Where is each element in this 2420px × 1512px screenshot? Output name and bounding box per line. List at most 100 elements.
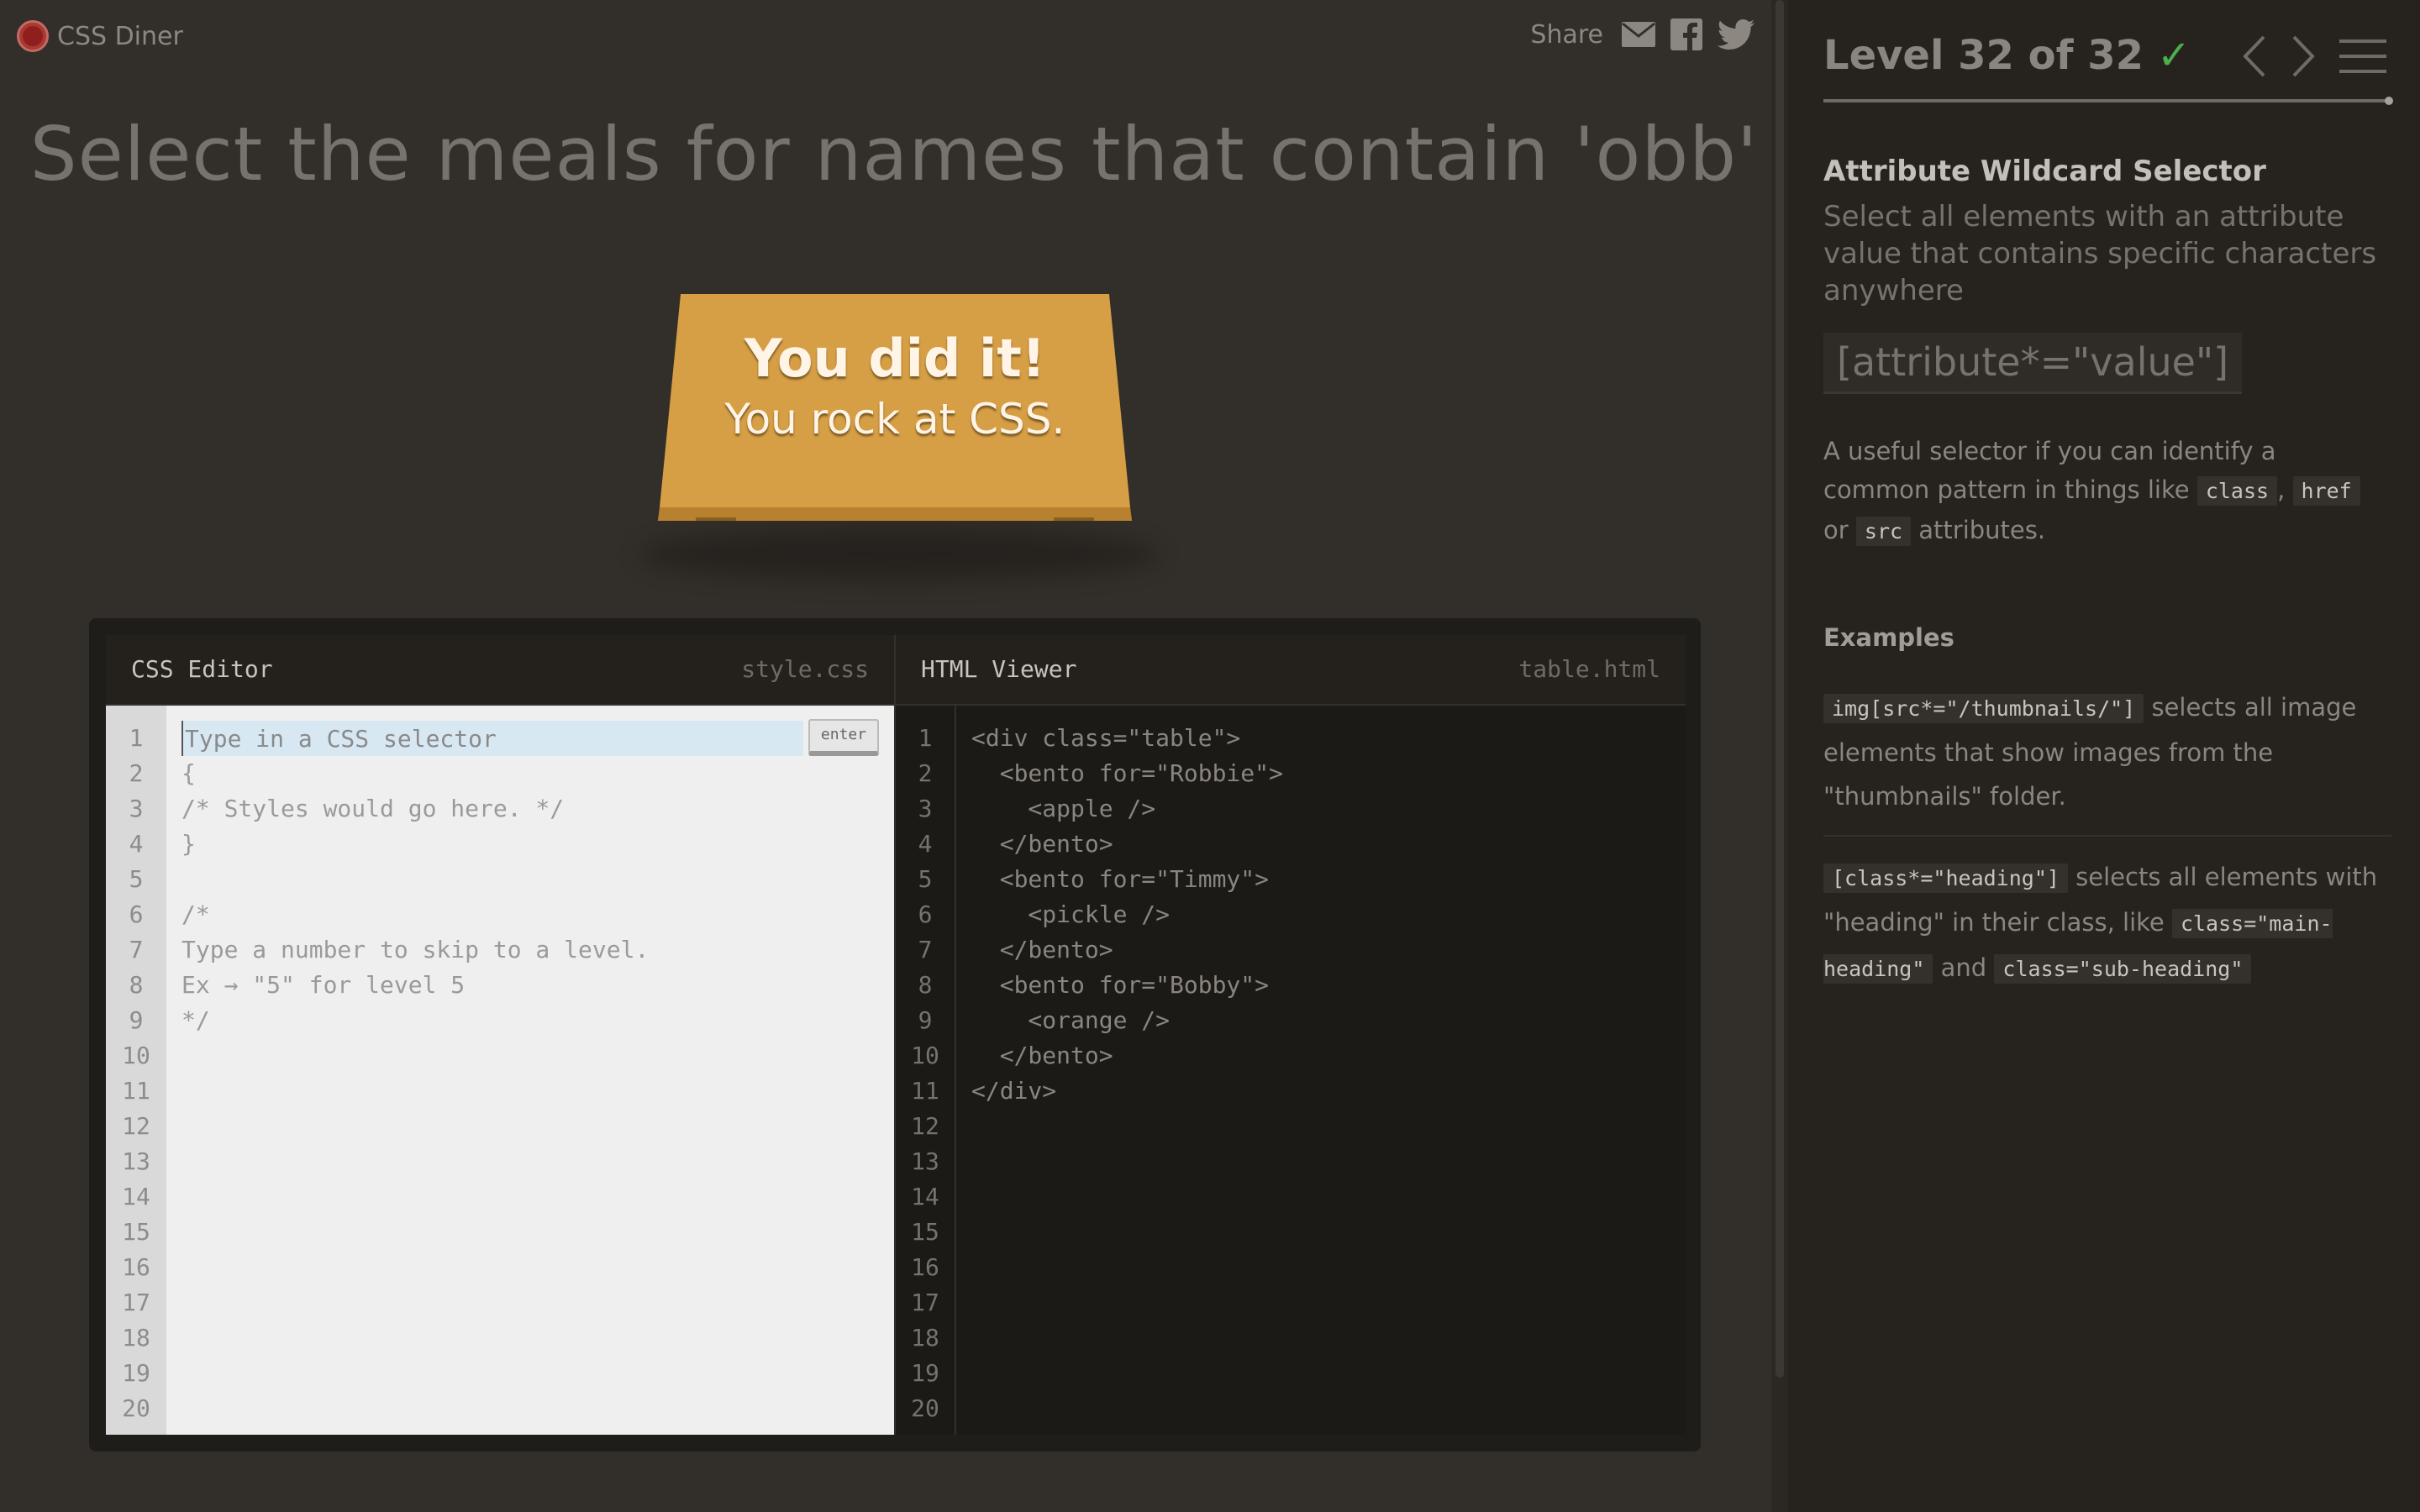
line-number: 14 [911,1183,939,1210]
html-viewer: HTML Viewer table.html 1 2 3 4 5 6 7 8 9 10 11 12 13… [894,635,1686,1435]
example-1: img[src*="/thumbnails/"] selects all ima… [1823,685,2395,818]
example-1-code: img[src*="/thumbnails/"] [1823,694,2144,723]
line-number: 13 [911,1147,939,1175]
line-number: 12 [911,1112,939,1140]
selector-name: Attribute Wildcard Selector [1823,155,2266,188]
level-instruction: Select the meals for names that contain … [29,111,1759,197]
code-line: <apple /> [971,795,1156,822]
twitter-icon[interactable] [1718,19,1754,50]
css-editor: CSS Editor style.css 1 2 3 4 5 6 7 8 9 10 11 12 13 14… [106,635,894,1435]
line-number: 9 [129,1006,144,1034]
line-number: 19 [122,1359,150,1387]
table-shadow [639,529,1160,580]
chevron-left-icon[interactable] [2242,34,2267,79]
share-label: Share [1530,19,1603,50]
level-progress-bar [1823,97,2393,105]
logo-icon [17,20,49,52]
code-line: <pickle /> [971,900,1171,928]
code-line: Type a number to skip to a level. [182,936,650,963]
html-viewer-body: 1 2 3 4 5 6 7 8 9 10 11 12 13 14 15 16 17 18 19 20 <div cla… [896,706,1686,1435]
win-message-subtitle: You rock at CSS. [724,395,1065,444]
line-number: 4 [129,830,144,858]
line-number: 8 [918,971,933,999]
level-nav [2242,34,2386,79]
css-editor-filename: style.css [741,655,869,683]
code-line: <bento for="Bobby"> [971,971,1270,999]
chevron-right-icon[interactable] [2291,34,2316,79]
app-title: CSS Diner [57,21,183,51]
facebook-icon[interactable] [1670,18,1702,50]
css-code: {/* Styles would go here. */} /* Type a nu… [182,721,877,1038]
scrollbar[interactable] [1771,0,1788,1512]
line-number: 10 [911,1042,939,1069]
line-number: 3 [129,795,144,822]
line-number: 17 [122,1289,150,1316]
line-number: 1 [918,724,933,752]
code-line: <bento for="Timmy"> [971,865,1270,893]
hint-separator: , [2277,475,2286,504]
line-number: 1 [129,724,144,752]
code-line: <orange /> [971,1006,1171,1034]
css-editor-header: CSS Editor style.css [106,635,894,706]
hint-code-src: src [1855,517,1912,546]
code-line: { [182,759,196,787]
checkmark-icon: ✓ [2157,32,2191,79]
example-2-code-sub: class="sub-heading" [1994,954,2252,984]
level-header[interactable]: Level 32 of 32 ✓ [1823,32,2191,79]
code-line: <bento for="Robbie"> [971,759,1283,787]
logo[interactable]: CSS Diner [17,20,183,52]
line-number: 5 [918,865,933,893]
html-viewer-filename: table.html [1518,655,1660,683]
line-number: 12 [122,1112,150,1140]
line-number: 16 [122,1253,150,1281]
code-line: </bento> [971,936,1113,963]
line-number: 15 [122,1218,150,1246]
code-line: /* Styles would go here. */ [182,795,565,822]
hint-code-href: href [2292,476,2360,506]
selector-description: Select all elements with an attribute va… [1823,200,2377,307]
code-line: Ex → "5" for level 5 [182,971,466,999]
line-number: 4 [918,830,933,858]
css-line-numbers: 1 2 3 4 5 6 7 8 9 10 11 12 13 14 15 16 17 18 19 20 [106,706,166,1435]
code-line: </bento> [971,830,1113,858]
line-number: 2 [129,759,144,787]
hint-or: or [1823,516,1849,544]
selector-syntax: [attribute*="value"] [1823,333,2243,394]
hint-after: attributes. [1918,516,2046,544]
line-number: 20 [122,1394,150,1422]
example-2-and: and [1940,953,1987,982]
game-area: CSS Diner Share Select the meals for nam… [0,0,1771,1512]
line-number: 6 [129,900,144,928]
menu-icon[interactable] [2339,36,2386,76]
level-indicator[interactable]: Level 32 of 32 [1823,32,2144,79]
html-line-numbers: 1 2 3 4 5 6 7 8 9 10 11 12 13 14 15 16 17 18 19 20 [896,706,956,1435]
html-code[interactable]: <div class="table"> <bento for="Robbie">… [971,721,1669,1109]
line-number: 7 [129,936,144,963]
line-number: 6 [918,900,933,928]
line-number: 11 [122,1077,150,1105]
line-number: 18 [911,1324,939,1352]
line-number: 5 [129,865,144,893]
html-viewer-header: HTML Viewer table.html [896,635,1686,706]
code-line: <div class="table"> [971,724,1241,752]
line-number: 11 [911,1077,939,1105]
examples-divider [1823,835,2391,837]
line-number: 7 [918,936,933,963]
mail-icon[interactable] [1622,22,1655,47]
scrollbar-thumb[interactable] [1776,0,1784,1378]
selector-hint: A useful selector if you can identify a … [1823,432,2386,551]
line-number: 15 [911,1218,939,1246]
line-number: 3 [918,795,933,822]
line-number: 13 [122,1147,150,1175]
line-number: 10 [122,1042,150,1069]
line-number: 8 [129,971,144,999]
css-editor-body: 1234567891011121314151617181920 enter {/… [106,706,894,1435]
line-number: 9 [918,1006,933,1034]
code-line: */ [182,1006,210,1034]
win-message-title: You did it! [744,328,1046,389]
progress-endpoint [2385,97,2393,105]
line-number: 16 [911,1253,939,1281]
editor-frame: CSS Editor style.css 1 2 3 4 5 6 7 8 9 10 11 12 13 14… [89,618,1701,1452]
line-number: 19 [911,1359,939,1387]
